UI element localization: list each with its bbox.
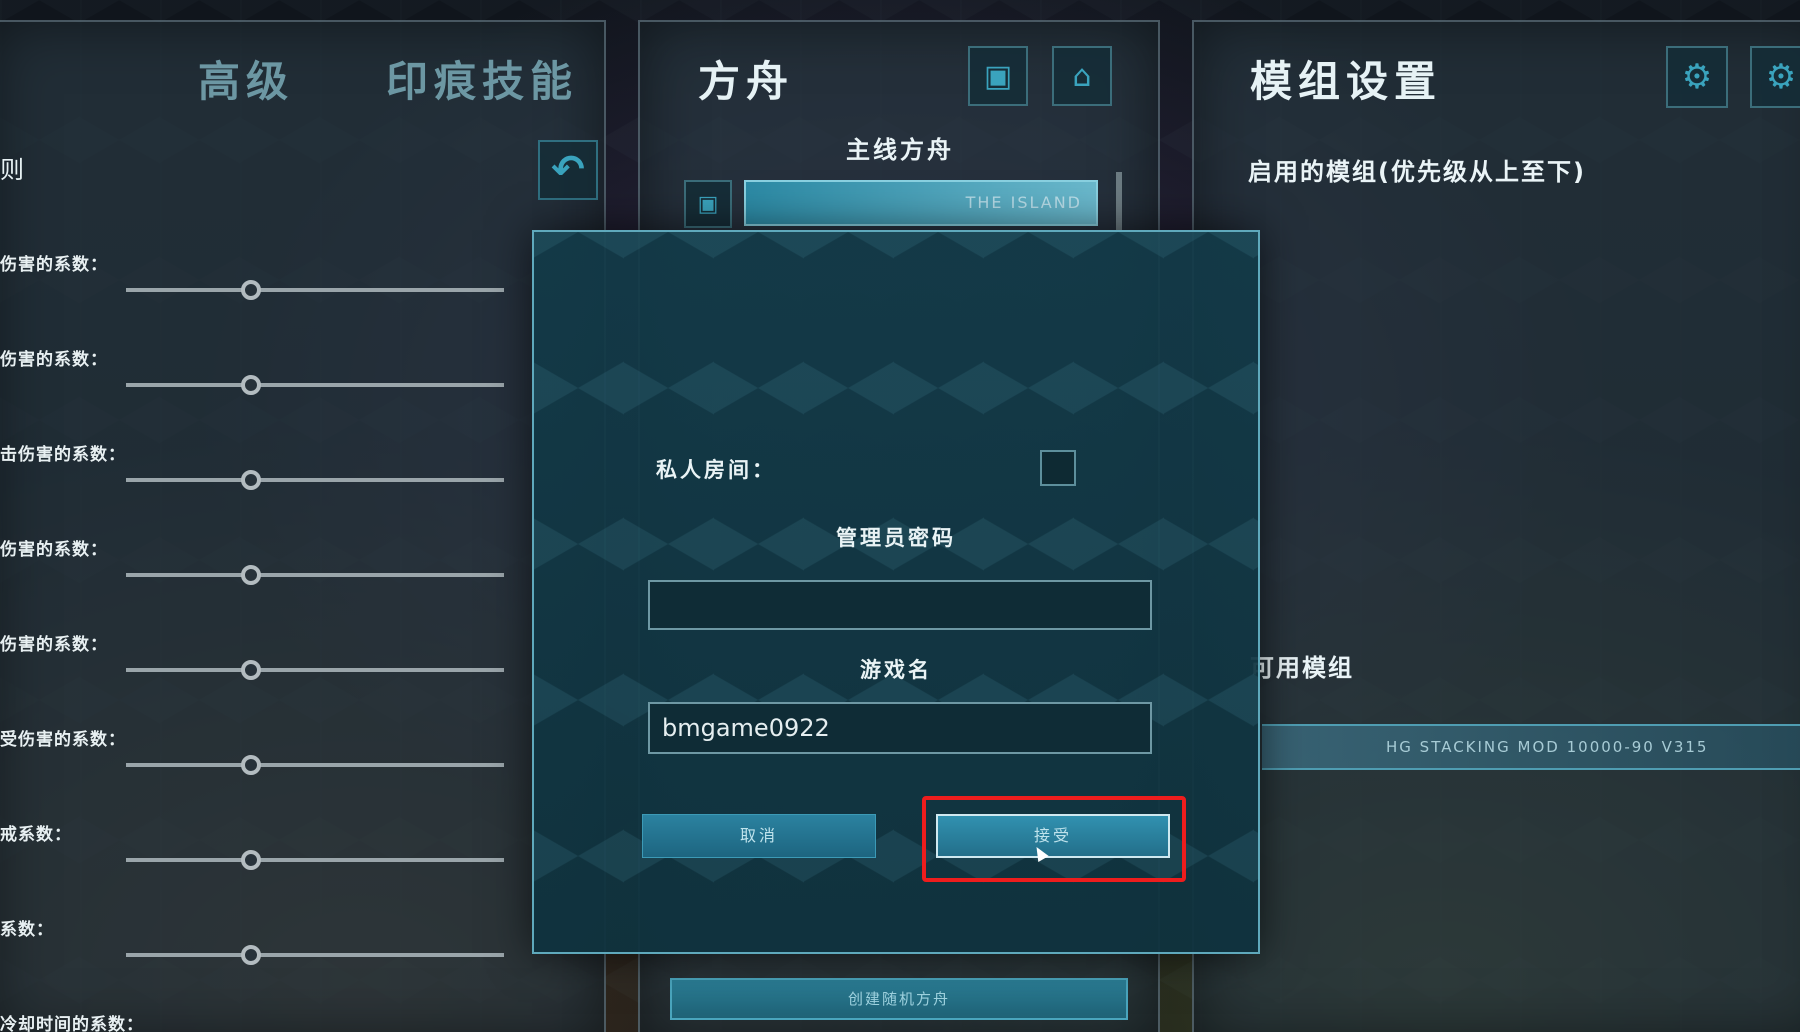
host-game-dialog: 私人房间： 管理员密码 游戏名 bmgame0922 取消 接受 (532, 230, 1260, 954)
setting-label: 击伤害的系数： (0, 445, 126, 465)
undo-icon: ↶ (551, 147, 585, 193)
private-room-label: 私人房间： (656, 458, 776, 482)
setting-slider[interactable] (126, 573, 504, 577)
map-list-scrollbar[interactable] (1116, 172, 1122, 232)
slider-handle[interactable] (240, 945, 261, 965)
tab-advanced[interactable]: 高级 (198, 48, 294, 109)
enabled-mods-label: 启用的模组(优先级从上至下) (1248, 158, 1586, 186)
setting-label: 伤害的系数： (0, 540, 108, 560)
private-room-checkbox[interactable] (1040, 450, 1076, 486)
slider-handle[interactable] (240, 280, 261, 300)
setting-slider[interactable] (126, 858, 504, 862)
advanced-settings-panel (0, 20, 606, 1032)
section-heading: 则 (0, 156, 24, 184)
setting-label: 冷却时间的系数： (0, 1015, 144, 1032)
add-mod-button[interactable]: ⚙ (1750, 46, 1800, 108)
available-mods-label: 可用模组 (1250, 654, 1354, 682)
admin-password-input[interactable] (648, 580, 1152, 630)
create-random-ark-button[interactable]: 创建随机方舟 (670, 978, 1128, 1020)
setting-label: 伤害的系数： (0, 350, 108, 370)
mod-settings-button[interactable]: ⚙ (1666, 46, 1728, 108)
setting-label: 系数： (0, 920, 54, 940)
cancel-button[interactable]: 取消 (642, 814, 876, 858)
slider-handle[interactable] (240, 375, 261, 395)
game-settings-screen: 高级 印痕技能 则 ↶ 伤害的系数： 伤害的系数： 击伤害的系数： 伤害的系数： 伤害的… (0, 0, 1800, 1032)
delete-structure-button[interactable]: ⌂ (1052, 46, 1112, 106)
setting-label: 伤害的系数： (0, 255, 108, 275)
map-icon: ▣ (697, 191, 719, 217)
admin-password-label: 管理员密码 (836, 526, 956, 550)
setting-label: 戒系数： (0, 825, 72, 845)
tab-imprint-skills[interactable]: 印痕技能 (386, 48, 578, 109)
delete-save-button[interactable]: ▣ (968, 46, 1028, 106)
slider-handle[interactable] (240, 470, 261, 490)
accept-button[interactable]: 接受 (936, 814, 1170, 858)
setting-slider[interactable] (126, 953, 504, 957)
setting-slider[interactable] (126, 383, 504, 387)
slider-handle[interactable] (240, 850, 261, 870)
slider-handle[interactable] (240, 755, 261, 775)
ark-panel-title: 方舟 (698, 57, 795, 106)
setting-slider[interactable] (126, 763, 504, 767)
save-delete-icon: ▣ (983, 58, 1013, 94)
gear-plus-icon: ⚙ (1765, 57, 1797, 97)
setting-label: 伤害的系数： (0, 635, 108, 655)
structure-delete-icon: ⌂ (1072, 58, 1092, 94)
gear-icon: ⚙ (1681, 57, 1713, 97)
game-name-label: 游戏名 (860, 658, 932, 682)
map-delete-button[interactable]: ▣ (684, 180, 732, 228)
game-name-input[interactable]: bmgame0922 (648, 702, 1152, 754)
setting-slider[interactable] (126, 668, 504, 672)
mod-panel-title: 模组设置 (1250, 57, 1443, 106)
mainline-ark-label: 主线方舟 (846, 136, 954, 164)
setting-slider[interactable] (126, 288, 504, 292)
mod-list-item[interactable]: HG STACKING MOD 10000-90 V315 (1262, 724, 1800, 770)
setting-label: 受伤害的系数： (0, 730, 126, 750)
slider-handle[interactable] (240, 660, 261, 680)
map-item-the-island[interactable]: THE ISLAND (744, 180, 1098, 226)
reset-button[interactable]: ↶ (538, 140, 598, 200)
setting-slider[interactable] (126, 478, 504, 482)
slider-handle[interactable] (240, 565, 261, 585)
